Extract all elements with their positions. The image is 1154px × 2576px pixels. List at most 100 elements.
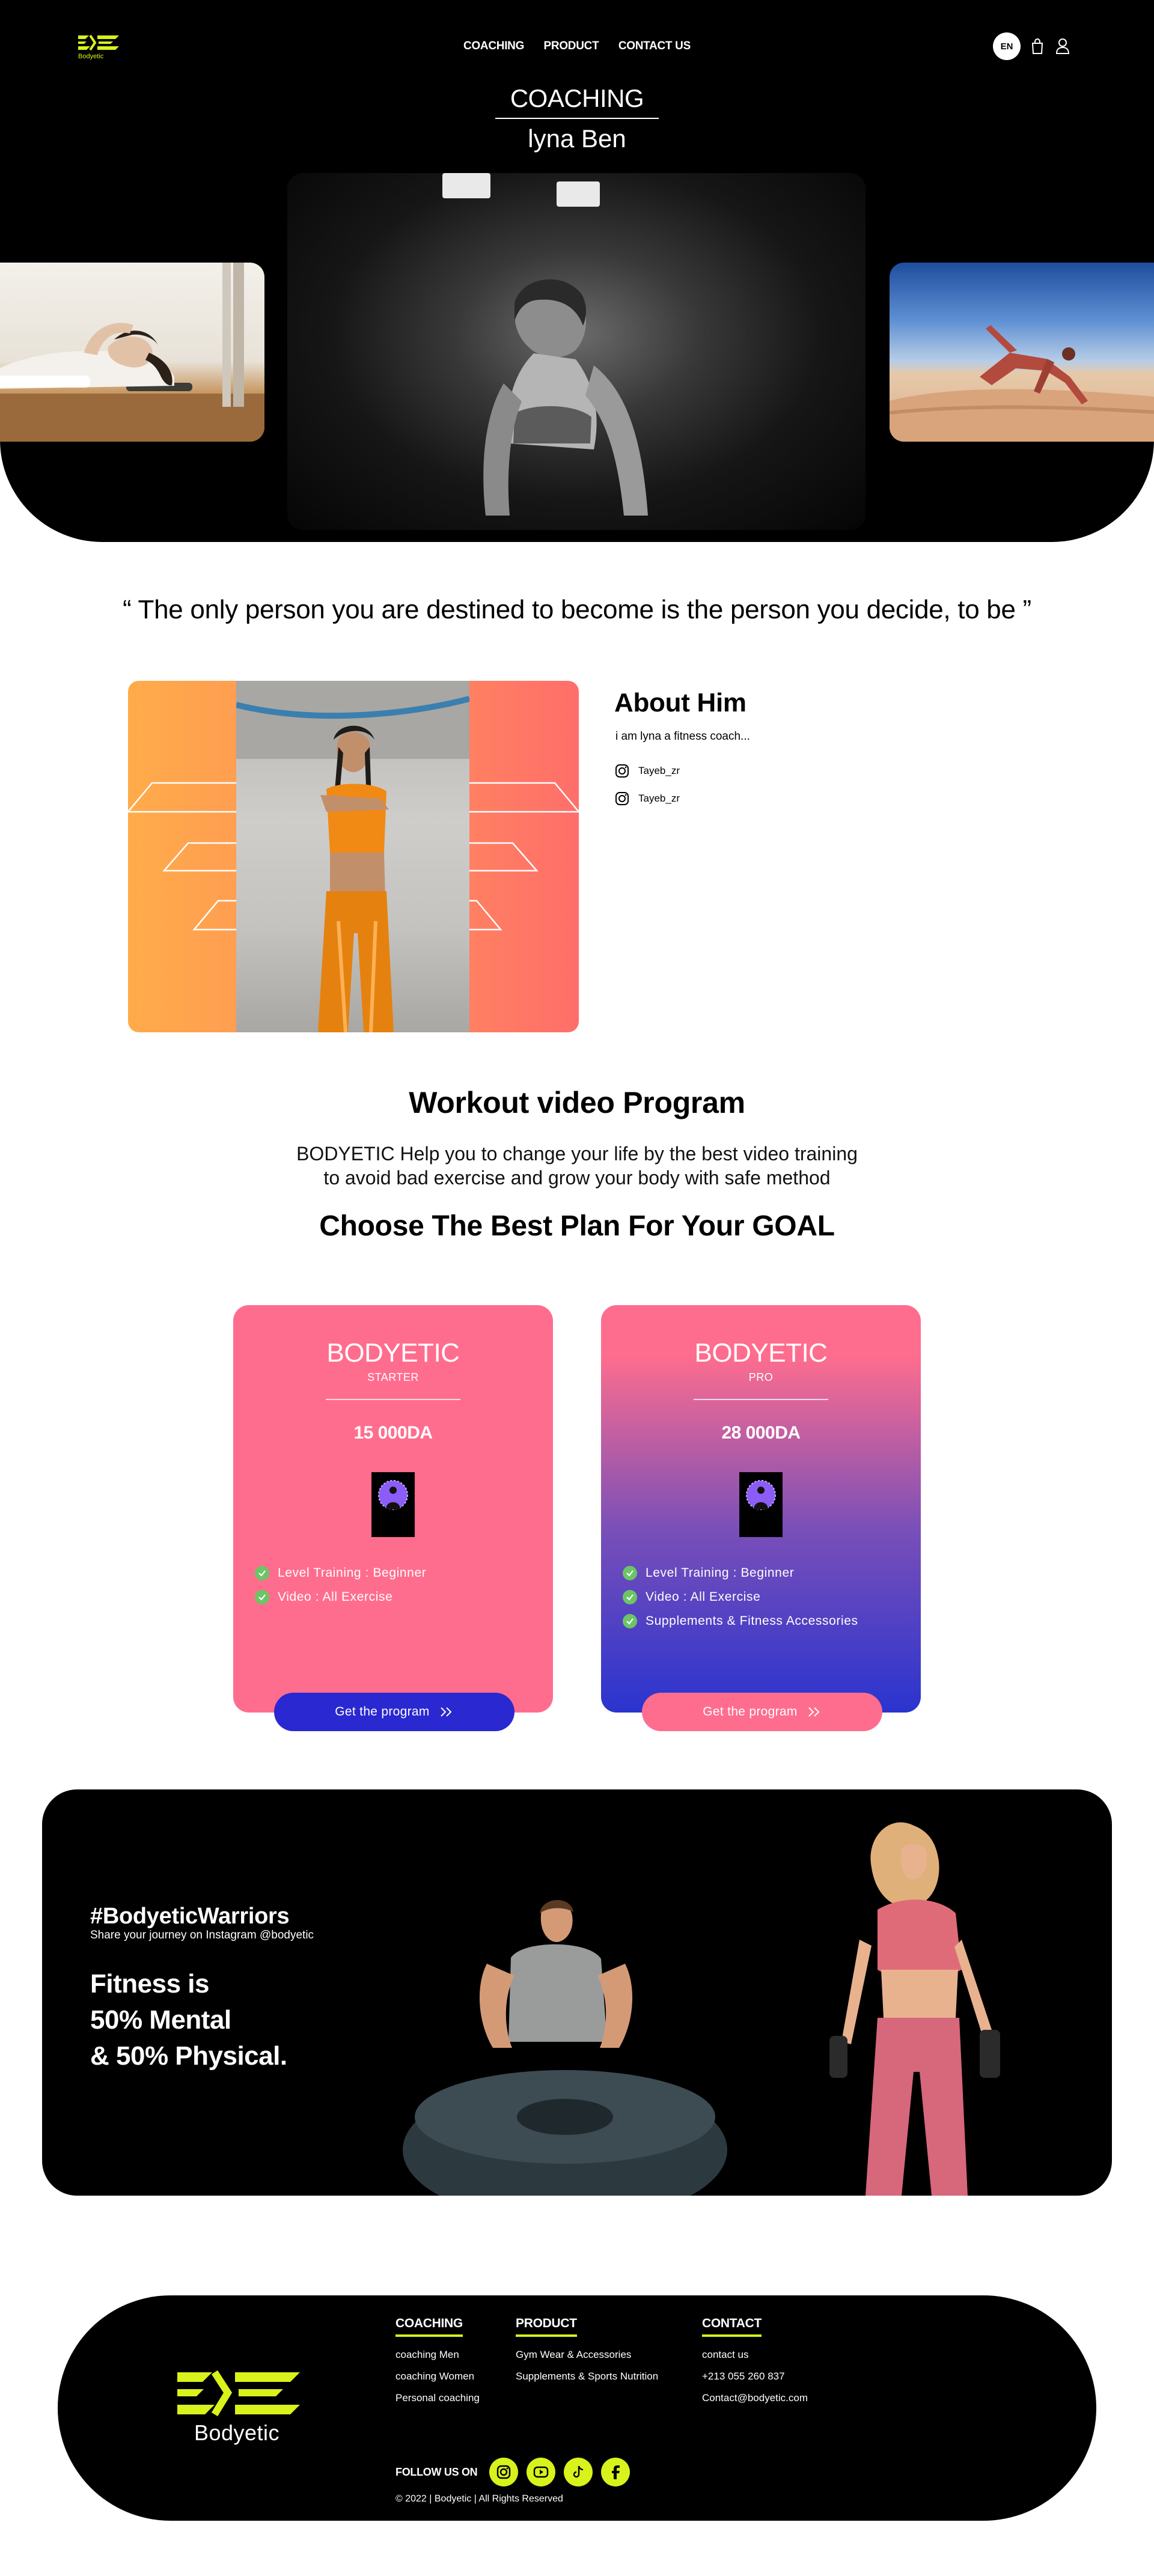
check-icon [255, 1566, 269, 1580]
ceiling-light [557, 181, 600, 207]
plan-divider [694, 1399, 828, 1400]
plan-features: Level Training : Beginner Video : All Ex… [255, 1561, 426, 1609]
plan-video-thumbnail[interactable] [739, 1472, 783, 1537]
plan-tier: STARTER [367, 1371, 419, 1383]
video-thumbnail-image [378, 1480, 408, 1510]
instagram-link[interactable]: Tayeb_zr [614, 763, 680, 779]
plan-price: 15 000DA [353, 1423, 433, 1443]
carousel-slide-right[interactable] [890, 263, 1154, 442]
athletes-image [403, 1822, 1000, 2196]
nav-link-contact-us[interactable]: CONTACT US [618, 40, 691, 52]
get-program-button-label: Get the program [703, 1705, 798, 1719]
footer-phone[interactable]: +213 055 260 837 [702, 2370, 808, 2383]
check-icon [255, 1590, 269, 1604]
check-icon [623, 1566, 637, 1580]
check-icon [623, 1614, 637, 1628]
instagram-icon[interactable] [489, 2458, 519, 2486]
plan-tier: PRO [748, 1371, 774, 1383]
hero-category: COACHING [510, 84, 644, 112]
instagram-icon [615, 792, 629, 805]
get-program-button-label: Get the program [335, 1705, 430, 1719]
plan-feature-label: Supplements & Fitness Accessories [646, 1614, 858, 1628]
footer-column-product: PRODUCT Gym Wear & Accessories Supplemen… [516, 2316, 658, 2383]
footer-link-personal-coaching[interactable]: Personal coaching [395, 2392, 480, 2404]
plan-brand: BODYETIC [694, 1338, 828, 1368]
warriors-banner: #BodyeticWarriors Share your journey on … [42, 1789, 1112, 2196]
hero-title: COACHING lyna Ben [0, 83, 1154, 154]
get-program-button[interactable]: Get the program [642, 1693, 882, 1731]
motivation-quote: “ The only person you are destined to be… [123, 595, 1031, 624]
plan-feature: Video : All Exercise [255, 1585, 426, 1609]
plan-feature: Video : All Exercise [623, 1585, 858, 1609]
plan-card-pro: BODYETIC PRO 28 000DA Level Training : B… [601, 1305, 921, 1731]
banner-slogan-line: 50% Mental [90, 2005, 231, 2035]
plan-price: 28 000DA [721, 1423, 801, 1443]
plan-feature: Level Training : Beginner [623, 1561, 858, 1585]
instagram-handle: Tayeb_zr [638, 793, 680, 804]
footer-column-title: PRODUCT [516, 2316, 577, 2337]
plan-video-thumbnail[interactable] [371, 1472, 415, 1537]
about-image-card [128, 681, 579, 1032]
about-title: About Him [614, 688, 746, 717]
banner-share-text: Share your journey on Instagram @bodyeti… [90, 1929, 314, 1941]
instagram-handle: Tayeb_zr [638, 765, 680, 776]
sit-up-woman-image [0, 263, 264, 442]
footer-logo[interactable]: Bodyetic [175, 2369, 302, 2446]
plan-feature: Level Training : Beginner [255, 1561, 426, 1585]
instagram-icon [615, 764, 629, 778]
about-description: i am lyna a fitness coach... [615, 730, 750, 743]
workout-description-line: BODYETIC Help you to change your life by… [296, 1143, 858, 1165]
plan-features: Level Training : Beginner Video : All Ex… [623, 1561, 858, 1633]
plan-brand: BODYETIC [326, 1338, 460, 1368]
plan-feature-label: Level Training : Beginner [646, 1566, 795, 1580]
copyright-text: © 2022 | Bodyetic | All Rights Reserved [395, 2494, 563, 2504]
banner-slogan-line: Fitness is [90, 1969, 209, 1999]
double-chevron-right-icon [440, 1707, 452, 1717]
ceiling-light [442, 173, 490, 198]
nav-actions: EN [993, 32, 1071, 60]
main-nav: COACHING PRODUCT CONTACT US [0, 40, 1154, 53]
nav-link-coaching[interactable]: COACHING [463, 40, 524, 52]
get-program-button[interactable]: Get the program [274, 1693, 514, 1731]
banner-hashtag: #BodyeticWarriors [90, 1904, 290, 1929]
check-icon [623, 1590, 637, 1604]
nav-link-product[interactable]: PRODUCT [544, 40, 599, 52]
facebook-icon[interactable] [601, 2458, 630, 2486]
hero-title-divider [495, 118, 659, 119]
banner-slogan-line: & 50% Physical. [90, 2041, 287, 2071]
double-chevron-right-icon [808, 1707, 820, 1717]
footer-link-contact-us[interactable]: contact us [702, 2349, 808, 2361]
brand-logo-text: Bodyetic [78, 53, 104, 60]
workout-title: Workout video Program [409, 1086, 745, 1119]
coach-photo [236, 681, 469, 1032]
bag-icon[interactable] [1029, 37, 1046, 55]
footer-column-title: COACHING [395, 2316, 463, 2337]
footer-logo-text: Bodyetic [194, 2420, 280, 2445]
video-thumbnail-image [746, 1480, 776, 1510]
footer-column-contact: CONTACT contact us +213 055 260 837 Cont… [702, 2316, 808, 2404]
instagram-link[interactable]: Tayeb_zr [614, 791, 680, 806]
site-footer: Bodyetic COACHING coaching Men coaching … [58, 2295, 1096, 2521]
plan-feature: Supplements & Fitness Accessories [623, 1609, 858, 1633]
footer-email[interactable]: Contact@bodyetic.com [702, 2392, 808, 2404]
carousel-slide-left[interactable] [0, 263, 264, 442]
youtube-icon[interactable] [527, 2458, 556, 2486]
plans-title: Choose The Best Plan For Your GOAL [319, 1210, 835, 1242]
tiktok-icon[interactable] [564, 2458, 593, 2486]
footer-link-coaching-men[interactable]: coaching Men [395, 2349, 480, 2361]
footer-column-title: CONTACT [702, 2316, 762, 2337]
language-switch-button[interactable]: EN [993, 32, 1021, 60]
plan-card-starter: BODYETIC STARTER 15 000DA Level Training… [233, 1305, 553, 1731]
footer-link-supplements[interactable]: Supplements & Sports Nutrition [516, 2370, 658, 2383]
plan-feature-label: Video : All Exercise [278, 1590, 393, 1604]
footer-link-coaching-women[interactable]: coaching Women [395, 2370, 480, 2383]
woman-training-image [483, 279, 648, 516]
workout-description: BODYETIC Help you to change your life by… [0, 1142, 1154, 1190]
carousel-slide-main[interactable] [287, 173, 866, 530]
plan-feature-label: Level Training : Beginner [278, 1566, 427, 1580]
user-icon[interactable] [1054, 37, 1071, 55]
workout-description-line: to avoid bad exercise and grow your body… [323, 1167, 831, 1189]
follow-us-label: FOLLOW US ON [395, 2465, 478, 2478]
plan-divider [326, 1399, 460, 1400]
footer-link-gym-wear[interactable]: Gym Wear & Accessories [516, 2349, 658, 2361]
